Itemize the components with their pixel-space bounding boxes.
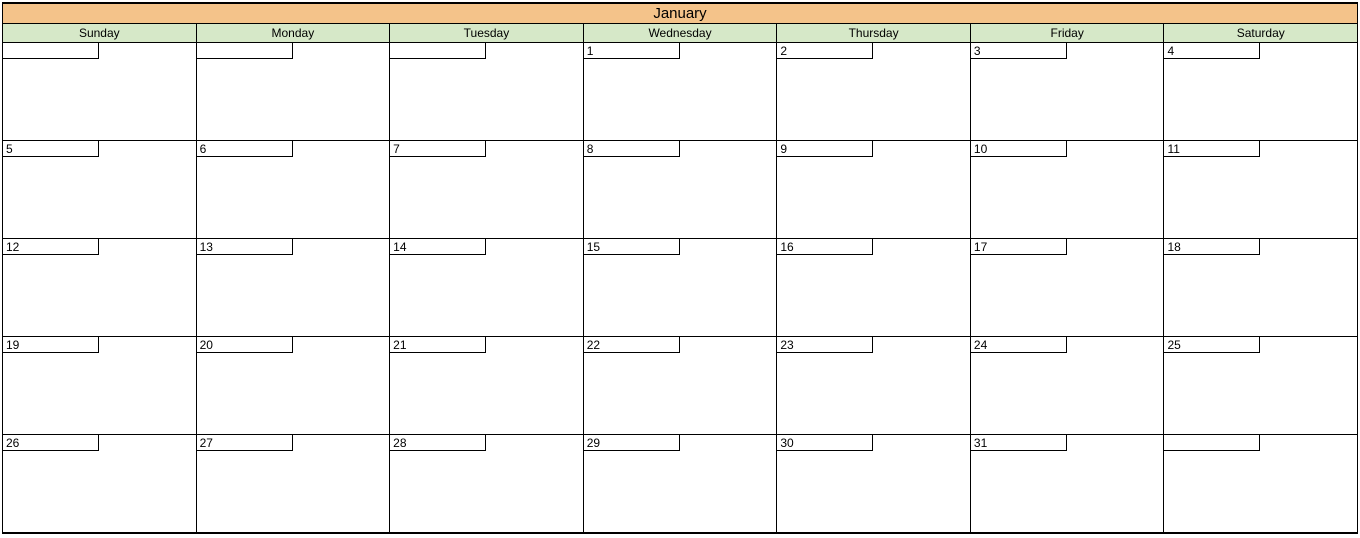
weekday-friday: Friday [971,24,1165,43]
day-cell[interactable] [1164,435,1357,533]
day-cell[interactable]: 30 [777,435,971,533]
day-cell[interactable]: 4 [1164,43,1357,141]
date-number: 13 [197,239,293,255]
date-number: 4 [1164,43,1260,59]
weekday-tuesday: Tuesday [390,24,584,43]
week-row: 5 6 7 8 9 10 11 [3,141,1357,239]
weekday-saturday: Saturday [1164,24,1357,43]
date-number: 31 [971,435,1067,451]
day-cell[interactable]: 5 [3,141,197,239]
date-number: 29 [584,435,680,451]
day-cell[interactable]: 15 [584,239,778,337]
date-number: 9 [777,141,873,157]
date-number: 28 [390,435,486,451]
day-cell[interactable]: 3 [971,43,1165,141]
day-cell[interactable]: 13 [197,239,391,337]
date-number: 23 [777,337,873,353]
date-number: 7 [390,141,486,157]
day-cell[interactable]: 31 [971,435,1165,533]
date-number: 8 [584,141,680,157]
date-number: 11 [1164,141,1260,157]
day-cell[interactable]: 2 [777,43,971,141]
date-number: 12 [3,239,99,255]
month-header: January [3,3,1357,24]
day-cell[interactable]: 14 [390,239,584,337]
calendar-grid: 1 2 3 4 5 6 7 8 9 10 11 12 13 14 15 16 1… [3,43,1357,533]
day-cell[interactable]: 21 [390,337,584,435]
date-number: 6 [197,141,293,157]
date-number: 22 [584,337,680,353]
day-cell[interactable]: 18 [1164,239,1357,337]
day-cell[interactable] [390,43,584,141]
date-number: 15 [584,239,680,255]
day-cell[interactable]: 6 [197,141,391,239]
day-cell[interactable]: 1 [584,43,778,141]
date-number: 2 [777,43,873,59]
weekday-row: Sunday Monday Tuesday Wednesday Thursday… [3,24,1357,43]
weekday-monday: Monday [197,24,391,43]
weekday-sunday: Sunday [3,24,197,43]
date-number: 10 [971,141,1067,157]
date-number: 25 [1164,337,1260,353]
weekday-wednesday: Wednesday [584,24,778,43]
date-number: 17 [971,239,1067,255]
date-number: 30 [777,435,873,451]
day-cell[interactable]: 7 [390,141,584,239]
day-cell[interactable]: 26 [3,435,197,533]
date-number: 20 [197,337,293,353]
date-number [3,43,99,59]
day-cell[interactable]: 19 [3,337,197,435]
date-number: 21 [390,337,486,353]
day-cell[interactable]: 25 [1164,337,1357,435]
date-number: 16 [777,239,873,255]
day-cell[interactable]: 9 [777,141,971,239]
date-number: 27 [197,435,293,451]
date-number: 18 [1164,239,1260,255]
date-number: 19 [3,337,99,353]
date-number [390,43,486,59]
date-number [1164,435,1260,451]
day-cell[interactable]: 29 [584,435,778,533]
day-cell[interactable]: 10 [971,141,1165,239]
week-row: 1 2 3 4 [3,43,1357,141]
calendar: January Sunday Monday Tuesday Wednesday … [2,2,1358,534]
date-number: 3 [971,43,1067,59]
date-number: 24 [971,337,1067,353]
day-cell[interactable] [3,43,197,141]
day-cell[interactable]: 16 [777,239,971,337]
day-cell[interactable]: 22 [584,337,778,435]
day-cell[interactable]: 17 [971,239,1165,337]
date-number: 5 [3,141,99,157]
date-number: 26 [3,435,99,451]
day-cell[interactable]: 20 [197,337,391,435]
day-cell[interactable]: 23 [777,337,971,435]
day-cell[interactable]: 11 [1164,141,1357,239]
date-number: 14 [390,239,486,255]
day-cell[interactable]: 8 [584,141,778,239]
weekday-thursday: Thursday [777,24,971,43]
day-cell[interactable]: 27 [197,435,391,533]
week-row: 26 27 28 29 30 31 [3,435,1357,533]
date-number: 1 [584,43,680,59]
day-cell[interactable]: 24 [971,337,1165,435]
day-cell[interactable]: 12 [3,239,197,337]
day-cell[interactable]: 28 [390,435,584,533]
date-number [197,43,293,59]
day-cell[interactable] [197,43,391,141]
week-row: 19 20 21 22 23 24 25 [3,337,1357,435]
week-row: 12 13 14 15 16 17 18 [3,239,1357,337]
